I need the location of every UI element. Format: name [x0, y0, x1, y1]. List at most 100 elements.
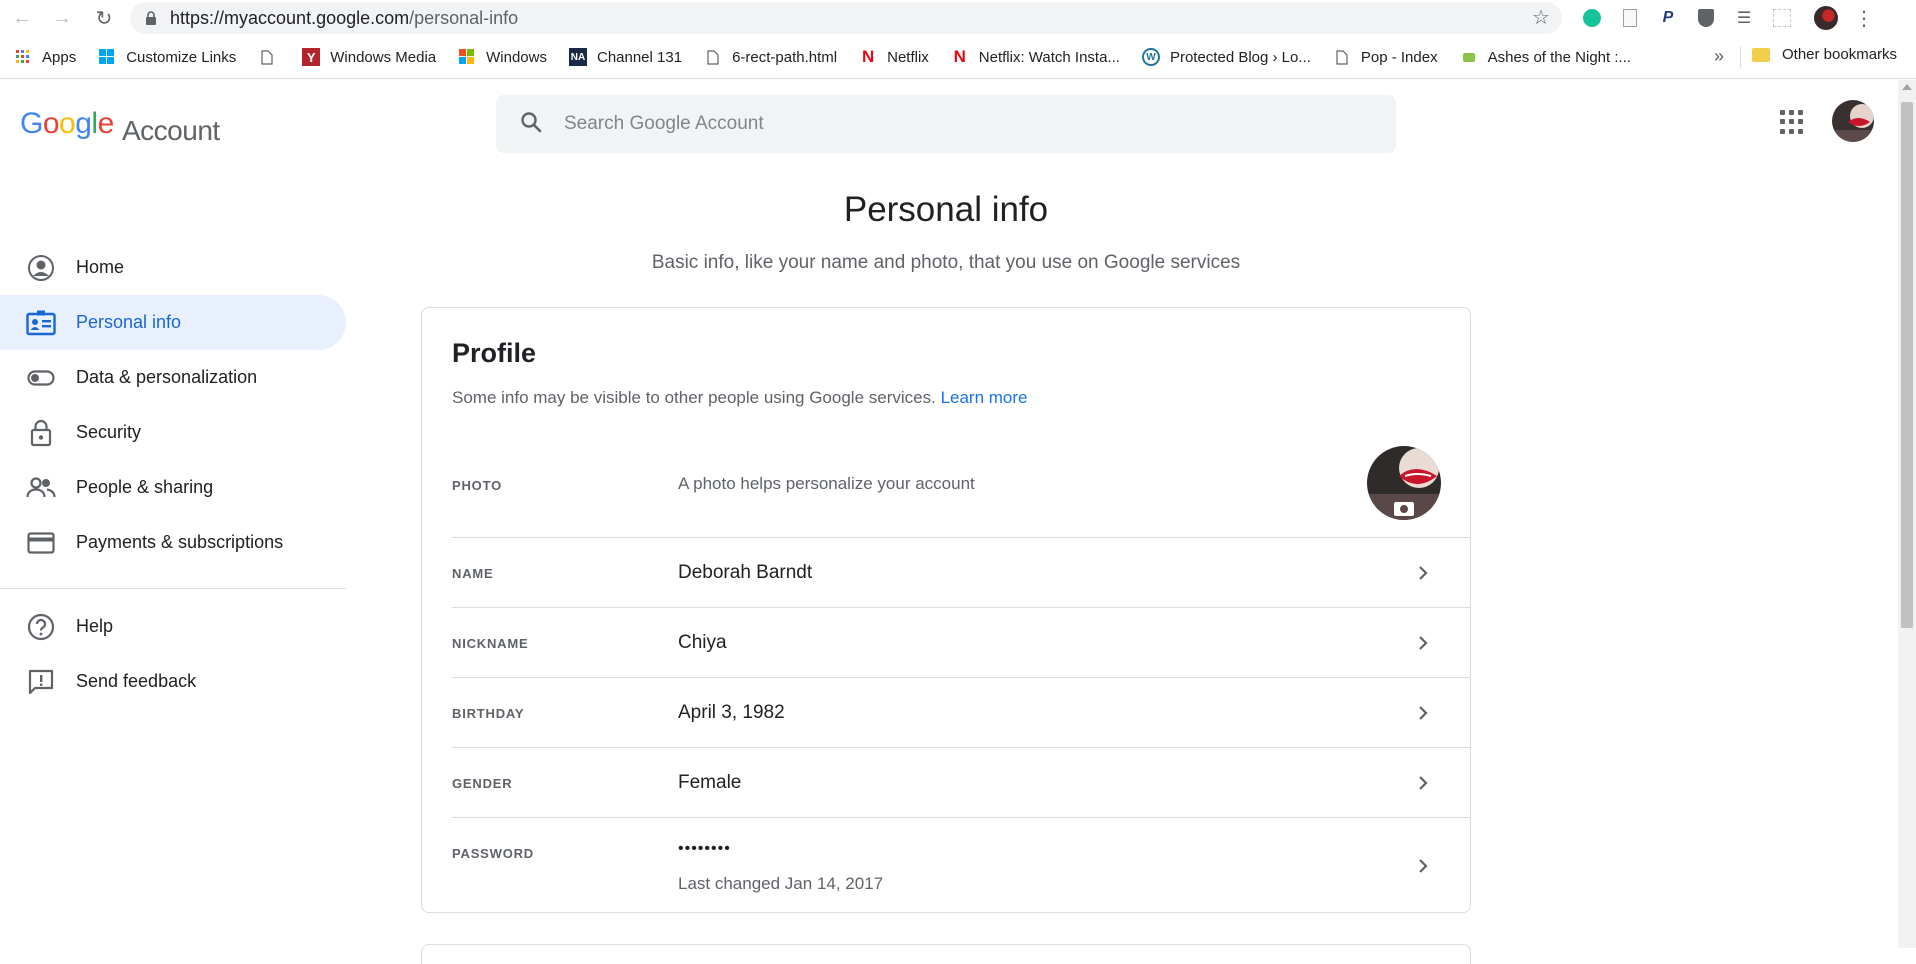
blank-extension-icon[interactable]: [1768, 4, 1796, 32]
bookmark-label: 6-rect-path.html: [732, 48, 838, 66]
account-circle-icon: [26, 253, 56, 283]
row-value: ••••••••: [678, 840, 731, 857]
bookmark-netflix[interactable]: N Netflix: [859, 47, 929, 66]
bookmark-windows-media[interactable]: Y Windows Media: [302, 48, 436, 66]
reload-icon[interactable]: ↻: [90, 4, 118, 32]
profile-photo-icon: [1367, 446, 1441, 520]
sidebar-item-personal-info[interactable]: Personal info: [0, 295, 346, 350]
avatar[interactable]: [1832, 100, 1874, 142]
chevron-right-icon: [1419, 706, 1428, 720]
windows-media-icon: Y: [302, 48, 321, 66]
bookmark-label: Ashes of the Night :...: [1487, 48, 1632, 66]
sidebar-item-label: Help: [76, 616, 114, 636]
scrollbar-thumb[interactable]: [1901, 102, 1913, 628]
grammarly-extension-icon[interactable]: [1578, 4, 1606, 32]
bookmark-label: Channel 131: [596, 48, 683, 66]
bookmark-6-rect-path[interactable]: 6-rect-path.html: [704, 48, 837, 66]
chevron-right-icon: [1419, 566, 1428, 580]
search-bar[interactable]: [496, 95, 1396, 153]
other-bookmarks-label: Other bookmarks: [1782, 46, 1898, 63]
bookmark-ashes-of-the-night[interactable]: Ashes of the Night :...: [1460, 48, 1631, 66]
profile-row-gender[interactable]: GENDER Female: [452, 748, 1471, 818]
sidebar-item-label: Home: [76, 257, 125, 277]
page-subtitle: Basic info, like your name and photo, th…: [651, 252, 1241, 273]
row-value: Female: [678, 772, 742, 793]
google-apps-icon[interactable]: [1780, 110, 1804, 134]
profile-row-nickname[interactable]: NICKNAME Chiya: [452, 608, 1471, 678]
windows-logo-icon: [458, 48, 476, 66]
sidebar-item-label: Payments & subscriptions: [76, 532, 284, 552]
sidebar-nav: Home Personal info Data & personalizatio…: [0, 240, 346, 709]
sidebar-item-label: Security: [76, 422, 142, 442]
sidebar-item-security[interactable]: Security: [0, 405, 346, 460]
profile-card-title: Profile: [452, 338, 537, 368]
document-extension-icon[interactable]: [1616, 4, 1644, 32]
forward-arrow-icon[interactable]: →: [48, 4, 76, 32]
bookmarks-bar: Apps Customize Links Y Windows Media Win…: [0, 36, 1916, 79]
learn-more-link[interactable]: Learn more: [941, 388, 1028, 407]
windows-logo-icon: [98, 48, 116, 66]
browser-menu-icon[interactable]: ⋮: [1850, 4, 1878, 32]
row-label: PASSWORD: [452, 846, 534, 861]
bookmark-windows[interactable]: Windows: [458, 48, 547, 66]
bookmark-netflix-watch[interactable]: N Netflix: Watch Insta...: [951, 47, 1120, 66]
sidebar-item-data-personalization[interactable]: Data & personalization: [0, 350, 346, 405]
account-wordmark: Account: [122, 115, 220, 146]
chevron-right-icon: [1419, 776, 1428, 790]
bookmark-star-icon[interactable]: ☆: [1530, 7, 1552, 29]
sidebar-item-label: People & sharing: [76, 477, 214, 497]
sidebar-item-help[interactable]: Help: [0, 599, 346, 654]
row-label: NICKNAME: [452, 636, 529, 651]
bookmark-label: Windows Media: [330, 48, 437, 66]
bookmark-label: Apps: [42, 48, 77, 66]
scroll-up-arrow-icon[interactable]: [1902, 84, 1912, 90]
folder-icon: [1752, 47, 1770, 62]
search-input[interactable]: [564, 113, 1324, 135]
search-icon[interactable]: [520, 111, 542, 138]
more-bookmarks-chevron-icon[interactable]: »: [1714, 46, 1724, 67]
row-value: April 3, 1982: [678, 702, 785, 723]
bookmark-label: Customize Links: [126, 48, 237, 66]
bookmark-customize-links[interactable]: Customize Links: [98, 48, 236, 66]
profile-photo[interactable]: [1367, 446, 1441, 520]
row-label: NAME: [452, 566, 494, 581]
profile-row-name[interactable]: NAME Deborah Barndt: [452, 538, 1471, 608]
bookmark-label: Netflix: Watch Insta...: [978, 48, 1120, 66]
profile-row-birthday[interactable]: BIRTHDAY April 3, 1982: [452, 678, 1471, 748]
sidebar-item-home[interactable]: Home: [0, 240, 346, 295]
page-scrollbar[interactable]: [1898, 80, 1916, 948]
row-value: Deborah Barndt: [678, 562, 813, 583]
bookmark-protected-blog[interactable]: W Protected Blog › Lo...: [1141, 48, 1311, 66]
bookmark-channel-131[interactable]: NA Channel 131: [568, 48, 683, 66]
next-card-edge: [421, 944, 1471, 964]
bookmark-pop-index[interactable]: Pop - Index: [1333, 48, 1438, 66]
chevron-right-icon: [1419, 859, 1428, 873]
back-arrow-icon[interactable]: ←: [8, 4, 36, 32]
bookmark-label: Netflix: [887, 48, 929, 66]
paypal-extension-icon[interactable]: P: [1654, 4, 1682, 32]
bookmark-apps[interactable]: Apps: [14, 48, 76, 66]
address-bar[interactable]: https://myaccount.google.com/personal-in…: [130, 2, 1562, 34]
list-extension-icon[interactable]: ☰: [1730, 4, 1758, 32]
sidebar-item-payments[interactable]: Payments & subscriptions: [0, 515, 346, 570]
profile-row-password[interactable]: PASSWORD •••••••• Last changed Jan 14, 2…: [452, 818, 1471, 913]
wordpress-icon: W: [1141, 48, 1160, 66]
google-wordmark-icon: Google: [20, 107, 114, 140]
other-bookmarks[interactable]: Other bookmarks: [1752, 46, 1897, 63]
netflix-icon: N: [861, 47, 875, 66]
bookmark-untitled[interactable]: [258, 48, 286, 66]
na-logo-icon: NA: [568, 48, 587, 66]
profile-row-photo[interactable]: PHOTO A photo helps personalize your acc…: [452, 436, 1471, 538]
shield-extension-icon[interactable]: [1692, 4, 1720, 32]
row-label: BIRTHDAY: [452, 706, 525, 721]
feedback-icon: [26, 667, 56, 697]
bookmark-label: Pop - Index: [1360, 48, 1438, 66]
sidebar-item-people-sharing[interactable]: People & sharing: [0, 460, 346, 515]
page-icon: [704, 48, 722, 66]
bookmark-label: Windows: [486, 48, 547, 66]
profile-avatar-icon[interactable]: [1812, 4, 1840, 32]
google-account-logo[interactable]: Google Account: [20, 106, 220, 148]
page-title: Personal info: [843, 190, 1049, 229]
sidebar-item-send-feedback[interactable]: Send feedback: [0, 654, 346, 709]
sidebar-divider: [0, 588, 346, 589]
